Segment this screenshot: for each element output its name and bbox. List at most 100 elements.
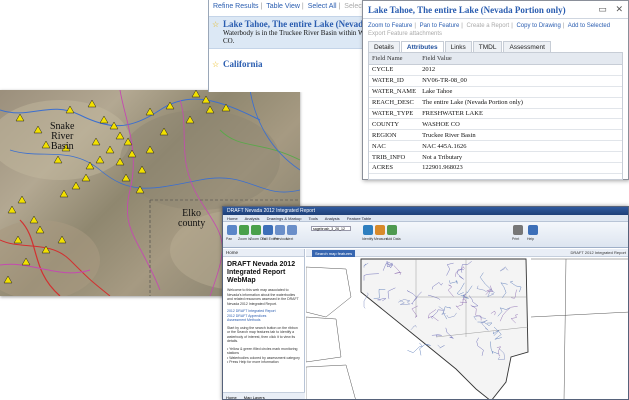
menu-tab-feature-table[interactable]: Feature Table [347, 216, 371, 221]
sidebar-links: 2012 DRAFT Integrated Report 2012 DRAFT … [223, 306, 304, 323]
nevada-map-canvas [306, 258, 628, 399]
table-row: REACH_DESC The entire Lake (Nevada Portio… [369, 97, 622, 109]
table-row: WATER_TYPE FRESHWATER LAKE [369, 108, 622, 120]
ribbon-button-zoom-out[interactable] [251, 225, 261, 235]
tab-assessment[interactable]: Assessment [503, 41, 551, 52]
monitoring-site-marker-icon[interactable] [145, 107, 155, 116]
ribbon-button-identify[interactable] [363, 225, 373, 235]
ribbon-button-label: Pan [226, 237, 233, 241]
field-name-cell: ACRES [369, 162, 420, 174]
minimize-icon[interactable]: ▭ [598, 4, 607, 14]
tab-details[interactable]: Details [368, 41, 400, 52]
ribbon-button-help[interactable] [528, 225, 538, 235]
app-menu-tabs: Home Analysis Drawings & Markup Tools An… [223, 215, 628, 222]
feature-popup: Lake Tahoe, The entire Lake (Nevada Port… [362, 0, 629, 180]
monitoring-site-marker-icon[interactable] [29, 215, 39, 224]
ribbon-button-zoom-in[interactable] [239, 225, 249, 235]
field-value-cell: NV06-TR-08_00 [419, 75, 622, 87]
table-row: NAC NAC 445A.1626 [369, 140, 622, 153]
table-row: COUNTY WASHOE CO [369, 118, 622, 131]
ribbon-button-label: Help [527, 237, 535, 241]
search-input[interactable]: sagebrush_3_26_12 [311, 226, 351, 231]
map-tab-strip: Search map features DRAFT 2012 Integrate… [306, 249, 628, 257]
field-name-cell: WATER_TYPE [369, 108, 420, 120]
field-name-cell: TRIB_INFO [369, 151, 420, 164]
app-sidebar: Home DRAFT Nevada 2012 Integrated Report… [223, 249, 305, 399]
field-name-cell: WATER_ID [369, 75, 420, 87]
pan-to-feature-link[interactable]: Pan to Feature [420, 23, 460, 29]
table-row: WATER_NAME Lake Tahoe [369, 86, 622, 98]
star-icon[interactable]: ☆ [212, 60, 219, 69]
tab-tmdl[interactable]: TMDL [472, 41, 503, 52]
ribbon-button-add-data[interactable] [387, 225, 397, 235]
popup-title: Lake Tahoe, The entire Lake (Nevada Port… [363, 1, 628, 19]
create-report-link[interactable]: Create a Report [467, 23, 510, 29]
attributes-table-container[interactable]: Field Name Field Value CYCLE 2012 WATER_ID… [368, 52, 623, 180]
copy-to-drawing-link[interactable]: Copy to Drawing [516, 23, 560, 29]
popup-tabs: Details Attributes Links TMDL Assessment [368, 41, 552, 52]
monitoring-site-marker-icon[interactable] [221, 103, 231, 112]
monitoring-site-marker-icon[interactable] [87, 99, 97, 108]
tab-attributes[interactable]: Attributes [400, 41, 444, 52]
monitoring-site-marker-icon[interactable] [191, 90, 201, 98]
field-name-cell: REGION [369, 129, 420, 142]
column-header-field-value[interactable]: Field Value [419, 53, 622, 65]
table-row: WATER_ID NV06-TR-08_00 [369, 75, 622, 87]
table-view-link[interactable]: Table View [266, 3, 300, 10]
ribbon-button-measure[interactable] [375, 225, 385, 235]
close-icon[interactable]: ✕ [615, 4, 623, 14]
menu-tab-analysis[interactable]: Analysis [245, 216, 260, 221]
field-name-cell: REACH_DESC [369, 97, 420, 109]
map-label-elko-county: Elko county [178, 208, 206, 229]
field-value-cell: Truckee River Basin [419, 129, 622, 142]
zoom-to-feature-link[interactable]: Zoom to Feature [368, 23, 412, 29]
refine-results-link[interactable]: Refine Results [213, 3, 259, 10]
add-to-selected-link[interactable]: Add to Selected [568, 23, 610, 29]
field-name-cell: WATER_NAME [369, 86, 420, 98]
sidebar-intro: Welcome to this web map associated to Ne… [227, 288, 299, 306]
map-layer-label[interactable]: DRAFT 2012 Integrated Report [570, 250, 626, 255]
menu-tab-tools[interactable]: Tools [309, 216, 318, 221]
ribbon-button-label: Zoom In [238, 237, 251, 241]
select-all-link[interactable]: Select All [308, 3, 337, 10]
field-name-cell: COUNTY [369, 118, 420, 131]
sidebar-footer: Home Map Layers [223, 392, 305, 399]
field-value-cell: NAC 445A.1626 [419, 140, 622, 153]
field-name-cell: NAC [369, 140, 420, 153]
footer-map-layers-button[interactable]: Map Layers [244, 395, 265, 399]
app-title: DRAFT Nevada 2012 Integrated Report [223, 207, 628, 215]
list-item: • Press Help for more information [227, 360, 279, 364]
ribbon-button-full-extent[interactable] [263, 225, 273, 235]
menu-tab-home[interactable]: Home [227, 216, 238, 221]
ribbon-button-label: Print [512, 237, 520, 241]
field-value-cell: The entire Lake (Nevada Portion only) [419, 97, 622, 109]
tab-search-map-features[interactable]: Search map features [312, 250, 356, 257]
field-value-cell: 122901.968023 [419, 162, 622, 174]
menu-tab-analysis-2[interactable]: Analysis [325, 216, 340, 221]
nevada-outline [360, 258, 529, 399]
export-attachments-link[interactable]: Export Feature attachments [368, 31, 442, 37]
sidebar-instructions: Start by using the search button on the … [227, 325, 298, 344]
monitoring-site-marker-icon[interactable] [7, 205, 17, 214]
ribbon-button-label: Add Data [386, 237, 401, 241]
field-value-cell: WASHOE CO [419, 118, 622, 131]
nevada-map-view[interactable]: Search map features DRAFT 2012 Integrate… [306, 249, 628, 399]
monitoring-site-marker-icon[interactable] [71, 181, 81, 190]
ribbon-button-label: Identify [362, 237, 374, 241]
star-icon[interactable]: ☆ [212, 20, 219, 29]
table-row: CYCLE 2012 [369, 64, 622, 76]
menu-tab-drawings[interactable]: Drawings & Markup [267, 216, 302, 221]
column-header-field-name[interactable]: Field Name [369, 53, 420, 65]
table-row: ACRES 122901.968023 [369, 162, 622, 174]
monitoring-site-marker-icon[interactable] [17, 195, 27, 204]
monitoring-site-marker-icon[interactable] [59, 189, 69, 198]
tab-links[interactable]: Links [444, 41, 472, 52]
ribbon-button-next[interactable] [287, 225, 297, 235]
footer-home-button[interactable]: Home [226, 395, 237, 399]
monitoring-site-marker-icon[interactable] [205, 105, 215, 114]
ribbon-button-print[interactable] [513, 225, 523, 235]
ribbon-button-previous[interactable] [275, 225, 285, 235]
field-value-cell: Lake Tahoe [419, 86, 622, 98]
ribbon-button-pan[interactable] [227, 225, 237, 235]
attributes-table: Field Name Field Value CYCLE 2012 WATER_ID… [369, 53, 622, 174]
